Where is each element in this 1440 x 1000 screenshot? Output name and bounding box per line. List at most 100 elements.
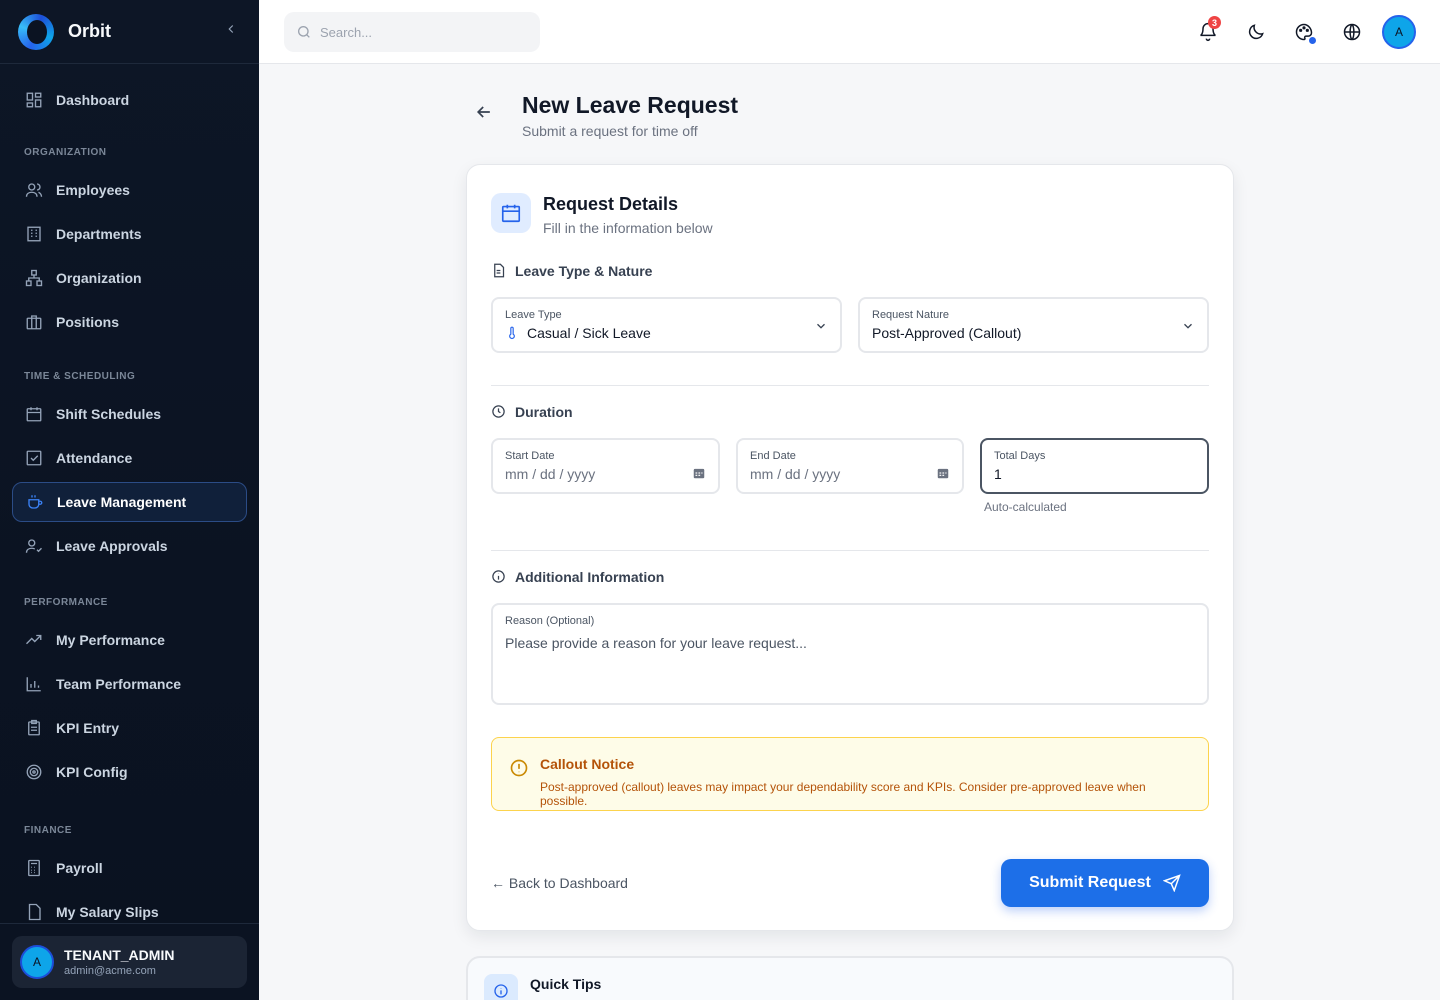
total-days-field: Total Days 1 <box>980 438 1209 494</box>
field-label: Request Nature <box>872 309 950 321</box>
user-card[interactable]: A TENANT_ADMIN admin@acme.com <box>12 936 247 988</box>
thermometer-icon <box>505 326 519 340</box>
sidebar-item-positions[interactable]: Positions <box>12 302 247 342</box>
language-button[interactable] <box>1334 14 1370 50</box>
notifications-button[interactable]: 3 <box>1190 14 1226 50</box>
clock-icon <box>491 404 507 420</box>
section-label-time-scheduling: TIME & SCHEDULING <box>24 370 136 382</box>
end-date-input[interactable]: End Date mm / dd / yyyy <box>736 438 964 494</box>
user-name: TENANT_ADMIN <box>64 947 175 963</box>
document-icon <box>491 263 507 279</box>
topbar: 3 A <box>259 0 1440 64</box>
chevron-left-icon[interactable] <box>221 22 241 41</box>
calendar-icon <box>491 193 531 233</box>
sidebar-item-label: Attendance <box>56 450 133 466</box>
section-title: Additional Information <box>515 569 665 585</box>
sidebar-item-label: Positions <box>56 314 120 330</box>
sidebar: Orbit Dashboard ORGANIZATION Employees D… <box>0 0 259 1000</box>
calendar-picker-icon[interactable] <box>936 466 950 485</box>
sidebar-item-team-performance[interactable]: Team Performance <box>12 664 247 704</box>
notification-badge: 3 <box>1208 16 1221 29</box>
field-label: Total Days <box>994 450 1046 462</box>
section-additional-info: Additional Information <box>491 569 664 585</box>
sidebar-item-label: Departments <box>56 226 142 242</box>
org-chart-icon <box>24 268 44 288</box>
start-date-input[interactable]: Start Date mm / dd / yyyy <box>491 438 720 494</box>
bar-chart-icon <box>24 674 44 694</box>
field-placeholder: mm / dd / yyyy <box>505 466 596 482</box>
section-leave-type: Leave Type & Nature <box>491 263 652 279</box>
sidebar-item-shift-schedules[interactable]: Shift Schedules <box>12 394 247 434</box>
quick-tips-card: Quick Tips <box>466 956 1234 1000</box>
sidebar-item-label: Shift Schedules <box>56 406 162 422</box>
section-label-performance: PERFORMANCE <box>24 596 108 608</box>
orbit-logo-icon <box>18 13 54 50</box>
sidebar-item-employees[interactable]: Employees <box>12 170 247 210</box>
sidebar-item-leave-management[interactable]: Leave Management <box>12 482 247 522</box>
info-icon <box>491 569 507 585</box>
sidebar-item-kpi-config[interactable]: KPI Config <box>12 752 247 792</box>
profile-avatar[interactable]: A <box>1382 15 1416 49</box>
sidebar-item-departments[interactable]: Departments <box>12 214 247 254</box>
page-header: New Leave Request Submit a request for t… <box>474 92 738 139</box>
theme-palette-button[interactable] <box>1286 14 1322 50</box>
app-name: Orbit <box>68 21 111 41</box>
search-icon <box>296 24 312 40</box>
submit-request-button[interactable]: Submit Request <box>1001 859 1209 907</box>
users-icon <box>24 180 44 200</box>
total-days-helper: Auto-calculated <box>984 500 1067 514</box>
card-subtitle: Fill in the information below <box>543 220 713 236</box>
calendar-picker-icon[interactable] <box>692 466 706 485</box>
sidebar-item-dashboard[interactable]: Dashboard <box>12 80 247 120</box>
chevron-down-icon <box>1181 319 1195 338</box>
moon-icon <box>1246 22 1266 42</box>
send-icon <box>1162 874 1181 892</box>
sidebar-item-attendance[interactable]: Attendance <box>12 438 247 478</box>
section-title: Duration <box>515 404 573 420</box>
trend-icon <box>24 630 44 650</box>
search-box[interactable] <box>284 12 540 52</box>
section-title: Leave Type & Nature <box>515 263 653 279</box>
field-label: End Date <box>750 450 796 462</box>
dark-mode-toggle[interactable] <box>1238 14 1274 50</box>
user-check-icon <box>24 536 44 556</box>
sidebar-item-organization[interactable]: Organization <box>12 258 247 298</box>
info-icon <box>484 974 518 1000</box>
sidebar-item-label: Leave Management <box>57 494 187 510</box>
coffee-icon <box>25 492 45 512</box>
section-label-organization: ORGANIZATION <box>24 146 107 158</box>
sidebar-item-payroll[interactable]: Payroll <box>12 848 247 888</box>
sidebar-item-label: Payroll <box>56 860 103 876</box>
field-label: Reason (Optional) <box>505 615 595 627</box>
request-nature-select[interactable]: Request Nature Post-Approved (Callout) <box>858 297 1209 353</box>
section-label-finance: FINANCE <box>24 824 72 836</box>
file-icon <box>24 902 44 922</box>
leave-type-select[interactable]: Leave Type Casual / Sick Leave <box>491 297 842 353</box>
sidebar-item-kpi-entry[interactable]: KPI Entry <box>12 708 247 748</box>
brand: Orbit <box>0 0 259 64</box>
sidebar-item-leave-approvals[interactable]: Leave Approvals <box>12 526 247 566</box>
sidebar-item-label: Organization <box>56 270 142 286</box>
divider <box>491 550 1209 551</box>
field-value: Post-Approved (Callout) <box>872 325 1022 341</box>
sidebar-item-my-performance[interactable]: My Performance <box>12 620 247 660</box>
search-input[interactable] <box>320 24 520 40</box>
field-value: Casual / Sick Leave <box>527 325 651 341</box>
briefcase-icon <box>24 312 44 332</box>
user-email: admin@acme.com <box>64 965 156 977</box>
checkbox-icon <box>24 448 44 468</box>
submit-label: Submit Request <box>1029 874 1151 891</box>
calculator-icon <box>24 858 44 878</box>
section-duration: Duration <box>491 404 573 420</box>
dashboard-icon <box>24 90 44 110</box>
sidebar-item-label: Dashboard <box>56 92 130 108</box>
theme-indicator-dot <box>1309 37 1316 44</box>
sidebar-item-label: My Performance <box>56 632 165 648</box>
reason-textarea[interactable]: Reason (Optional) Please provide a reaso… <box>491 603 1209 705</box>
back-arrow-icon[interactable] <box>474 102 498 126</box>
callout-notice: Callout Notice Post-approved (callout) l… <box>491 737 1209 811</box>
back-to-dashboard-link[interactable]: ← Back to Dashboard <box>491 875 628 891</box>
field-placeholder: mm / dd / yyyy <box>750 466 841 482</box>
request-details-card: Request Details Fill in the information … <box>466 164 1234 931</box>
sidebar-item-label: Team Performance <box>56 676 182 692</box>
